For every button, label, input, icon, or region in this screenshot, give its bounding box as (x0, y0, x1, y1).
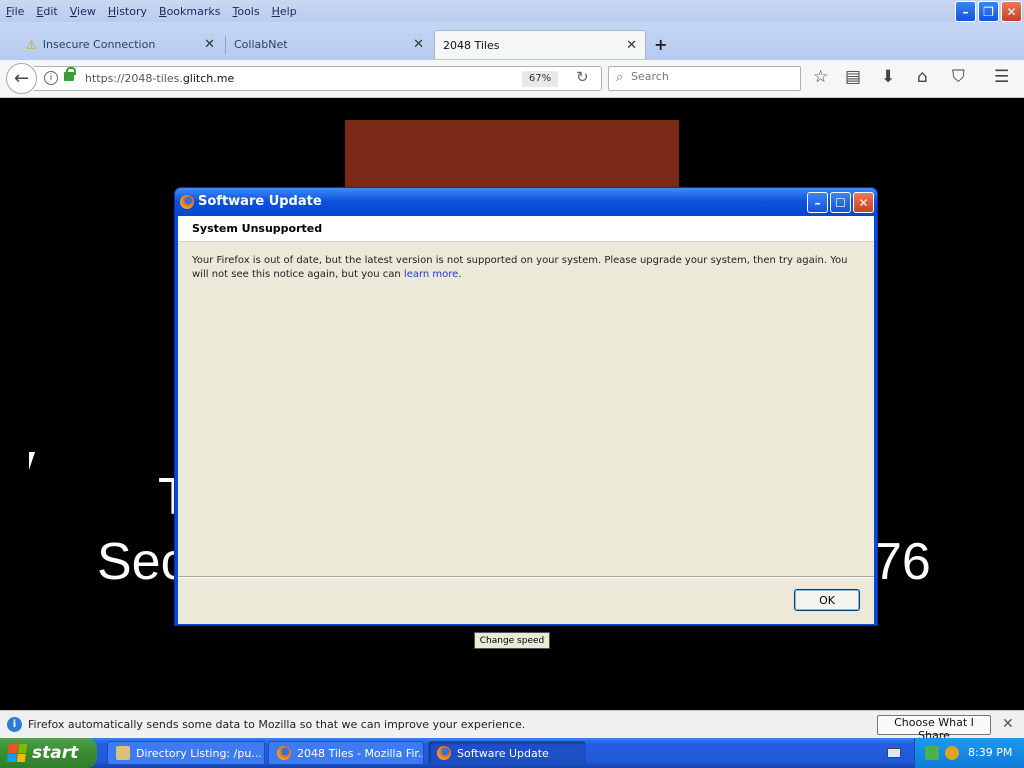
dialog-divider (178, 576, 874, 578)
dialog-message: Your Firefox is out of date, but the lat… (192, 255, 848, 280)
menu-edit[interactable]: Edit (30, 5, 63, 18)
mouse-cursor-icon (29, 452, 35, 470)
tab-strip: ⚠ Insecure Connection ✕ CollabNet ✕ 2048… (0, 22, 1024, 60)
data-notification-bar: i Firefox automatically sends some data … (0, 710, 1024, 742)
menu-file[interactable]: File (0, 5, 30, 18)
keyboard-icon[interactable] (887, 748, 901, 758)
close-tab-icon[interactable]: ✕ (626, 38, 637, 53)
search-tray-icon[interactable] (945, 746, 959, 760)
arrow-left-icon: ← (13, 68, 30, 89)
window-controls: – ❐ ✕ (955, 1, 1022, 22)
close-tab-icon[interactable]: ✕ (204, 37, 215, 52)
search-icon: ⌕ (616, 70, 624, 85)
dialog-minimize-button[interactable]: – (807, 192, 828, 213)
minimize-window-button[interactable]: – (955, 1, 976, 22)
close-window-button[interactable]: ✕ (1001, 1, 1022, 22)
dialog-title: Software Update (198, 194, 322, 209)
taskbar-item-label: 2048 Tiles - Mozilla Fir... (297, 746, 423, 760)
download-icon[interactable]: ⬇ (881, 67, 895, 87)
info-icon: i (7, 717, 22, 732)
taskbar-item-2048-tiles[interactable]: 2048 Tiles - Mozilla Fir... (268, 741, 424, 765)
firefox-icon (277, 746, 291, 760)
reading-list-icon[interactable]: ▤ (845, 67, 861, 87)
warning-icon: ⚠ (26, 37, 37, 52)
clock: 8:39 PM (968, 746, 1013, 759)
lock-icon (64, 67, 76, 81)
navigation-bar: i https://2048-tiles.glitch.me 67% ↻ ← ⌕… (0, 60, 1024, 98)
reload-icon[interactable]: ↻ (576, 68, 589, 86)
change-speed-button[interactable]: Change speed (474, 632, 550, 649)
notification-text: Firefox automatically sends some data to… (28, 718, 526, 731)
tab-label: Insecure Connection (42, 38, 156, 51)
tab-label: 2048 Tiles (443, 38, 500, 52)
close-tab-icon[interactable]: ✕ (413, 37, 424, 52)
close-notification-icon[interactable]: ✕ (1002, 716, 1014, 732)
url-bar[interactable]: i https://2048-tiles.glitch.me 67% ↻ (34, 66, 602, 91)
menu-view[interactable]: View (64, 5, 102, 18)
taskbar-item-label: Software Update (457, 746, 549, 760)
choose-what-i-share-button[interactable]: Choose What I Share (877, 715, 991, 742)
dialog-window-controls: – ☐ ✕ (807, 192, 874, 213)
start-label: start (32, 743, 79, 763)
tab-collabnet[interactable]: CollabNet ✕ (226, 31, 432, 58)
menu-history[interactable]: History (102, 5, 153, 18)
pocket-icon[interactable]: ⛉ (952, 67, 965, 87)
taskbar: start Directory Listing: /pu... 2048 Til… (0, 738, 1024, 768)
dialog-heading: System Unsupported (192, 222, 323, 235)
menu-help[interactable]: Help (266, 5, 303, 18)
search-bar[interactable]: ⌕ (608, 66, 801, 91)
software-update-dialog: Software Update – ☐ ✕ System Unsupported… (174, 187, 878, 626)
windows-logo-icon (6, 744, 28, 762)
dialog-maximize-button[interactable]: ☐ (830, 192, 851, 213)
zoom-level-badge[interactable]: 67% (522, 71, 558, 87)
menu-bar: File Edit View History Bookmarks Tools H… (0, 0, 1024, 22)
restore-window-button[interactable]: ❐ (978, 1, 999, 22)
taskbar-item-label: Directory Listing: /pu... (136, 746, 262, 760)
tab-insecure-connection[interactable]: ⚠ Insecure Connection ✕ (18, 31, 223, 58)
taskbar-item-directory-listing[interactable]: Directory Listing: /pu... (107, 741, 265, 765)
url-text[interactable]: https://2048-tiles.glitch.me (85, 72, 234, 85)
system-tray: 8:39 PM (914, 738, 1024, 768)
tab-label: CollabNet (234, 38, 288, 51)
new-tab-icon[interactable]: + (654, 35, 667, 54)
network-icon[interactable] (925, 746, 939, 760)
page-text-line2-right: 76 (873, 533, 931, 591)
hamburger-menu-icon[interactable]: ☰ (994, 67, 1009, 87)
site-info-icon[interactable]: i (44, 71, 58, 85)
home-icon[interactable]: ⌂ (917, 67, 928, 87)
ok-button[interactable]: OK (794, 589, 860, 611)
folder-icon (116, 746, 130, 760)
firefox-icon (180, 195, 194, 209)
dialog-close-button[interactable]: ✕ (853, 192, 874, 213)
firefox-icon (437, 746, 451, 760)
start-button[interactable]: start (0, 738, 97, 768)
tab-2048-tiles[interactable]: 2048 Tiles ✕ (434, 30, 646, 59)
back-button[interactable]: ← (6, 63, 37, 94)
taskbar-item-software-update[interactable]: Software Update (428, 741, 586, 765)
search-input[interactable] (631, 70, 791, 83)
dialog-titlebar[interactable]: Software Update – ☐ ✕ (175, 188, 877, 216)
learn-more-link[interactable]: learn more (404, 269, 458, 280)
menu-bookmarks[interactable]: Bookmarks (153, 5, 226, 18)
bookmark-star-icon[interactable]: ☆ (813, 67, 828, 87)
dialog-header: System Unsupported (178, 216, 874, 242)
dialog-body: System Unsupported Your Firefox is out o… (178, 216, 874, 624)
menu-tools[interactable]: Tools (226, 5, 265, 18)
